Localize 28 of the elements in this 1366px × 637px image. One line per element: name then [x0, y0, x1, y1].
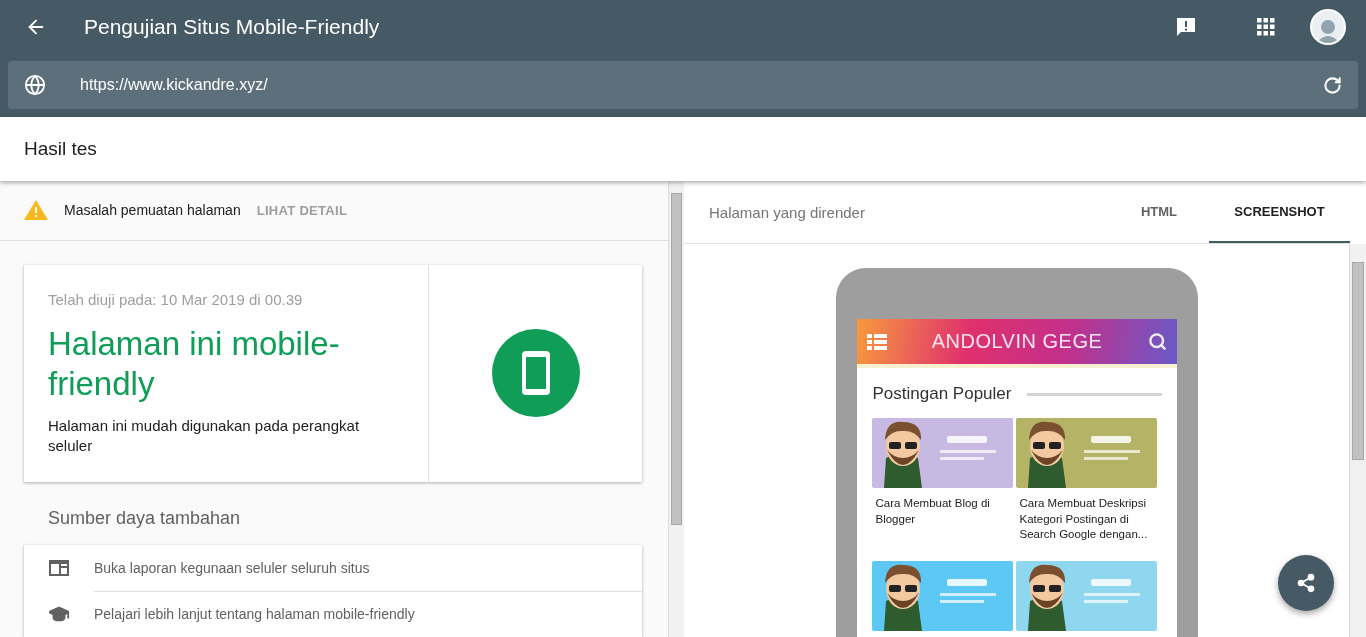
verdict-description: Halaman ini mudah digunakan pada perangkat seluler	[48, 415, 361, 456]
tab[interactable]: HTML	[1109, 181, 1209, 243]
web-layout-icon	[48, 559, 70, 577]
share-icon	[1296, 573, 1316, 593]
verdict-title: Halaman ini mobile-friendly	[48, 323, 341, 404]
tested-date: Telah diuji pada: 10 Mar 2019 di 00.39	[48, 290, 304, 308]
avatar[interactable]	[1310, 8, 1346, 45]
globe-icon	[24, 74, 46, 96]
phone-icon	[491, 329, 580, 418]
section-title: Sumber daya tambahan	[48, 508, 242, 529]
warning-icon	[24, 200, 48, 221]
url-field[interactable]: https://www.kickandre.xyz/	[78, 75, 1320, 95]
section-title: Postingan Populer	[872, 384, 1012, 404]
site-title: ANDOLVIN GEGE	[930, 330, 1104, 353]
resource-link[interactable]: Buka laporan kegunaan seluler seluruh situs	[24, 545, 642, 591]
results-title: Hasil tes	[24, 138, 97, 160]
url-bar[interactable]: https://www.kickandre.xyz/	[8, 61, 1358, 109]
resource-link[interactable]: Pelajari lebih lanjut tentang halaman mobile-friendly	[24, 591, 642, 637]
app-title: Pengujian Situs Mobile-Friendly	[84, 14, 381, 39]
post-title[interactable]: Cara Membuat Deskripsi Kategori Postingan di Search Google dengan...	[1015, 488, 1157, 558]
search-icon	[1147, 332, 1167, 351]
post-title[interactable]: Cara Membuat Blog di Blogger	[871, 488, 1013, 558]
panel-title: Halaman yang dirender	[709, 202, 866, 223]
scrollbar[interactable]	[1349, 244, 1366, 637]
warning-message: Masalah pemuatan halaman	[64, 202, 241, 219]
tab[interactable]: SCREENSHOT	[1209, 181, 1350, 243]
menu-icon	[866, 333, 887, 350]
scrollbar[interactable]	[668, 181, 684, 637]
